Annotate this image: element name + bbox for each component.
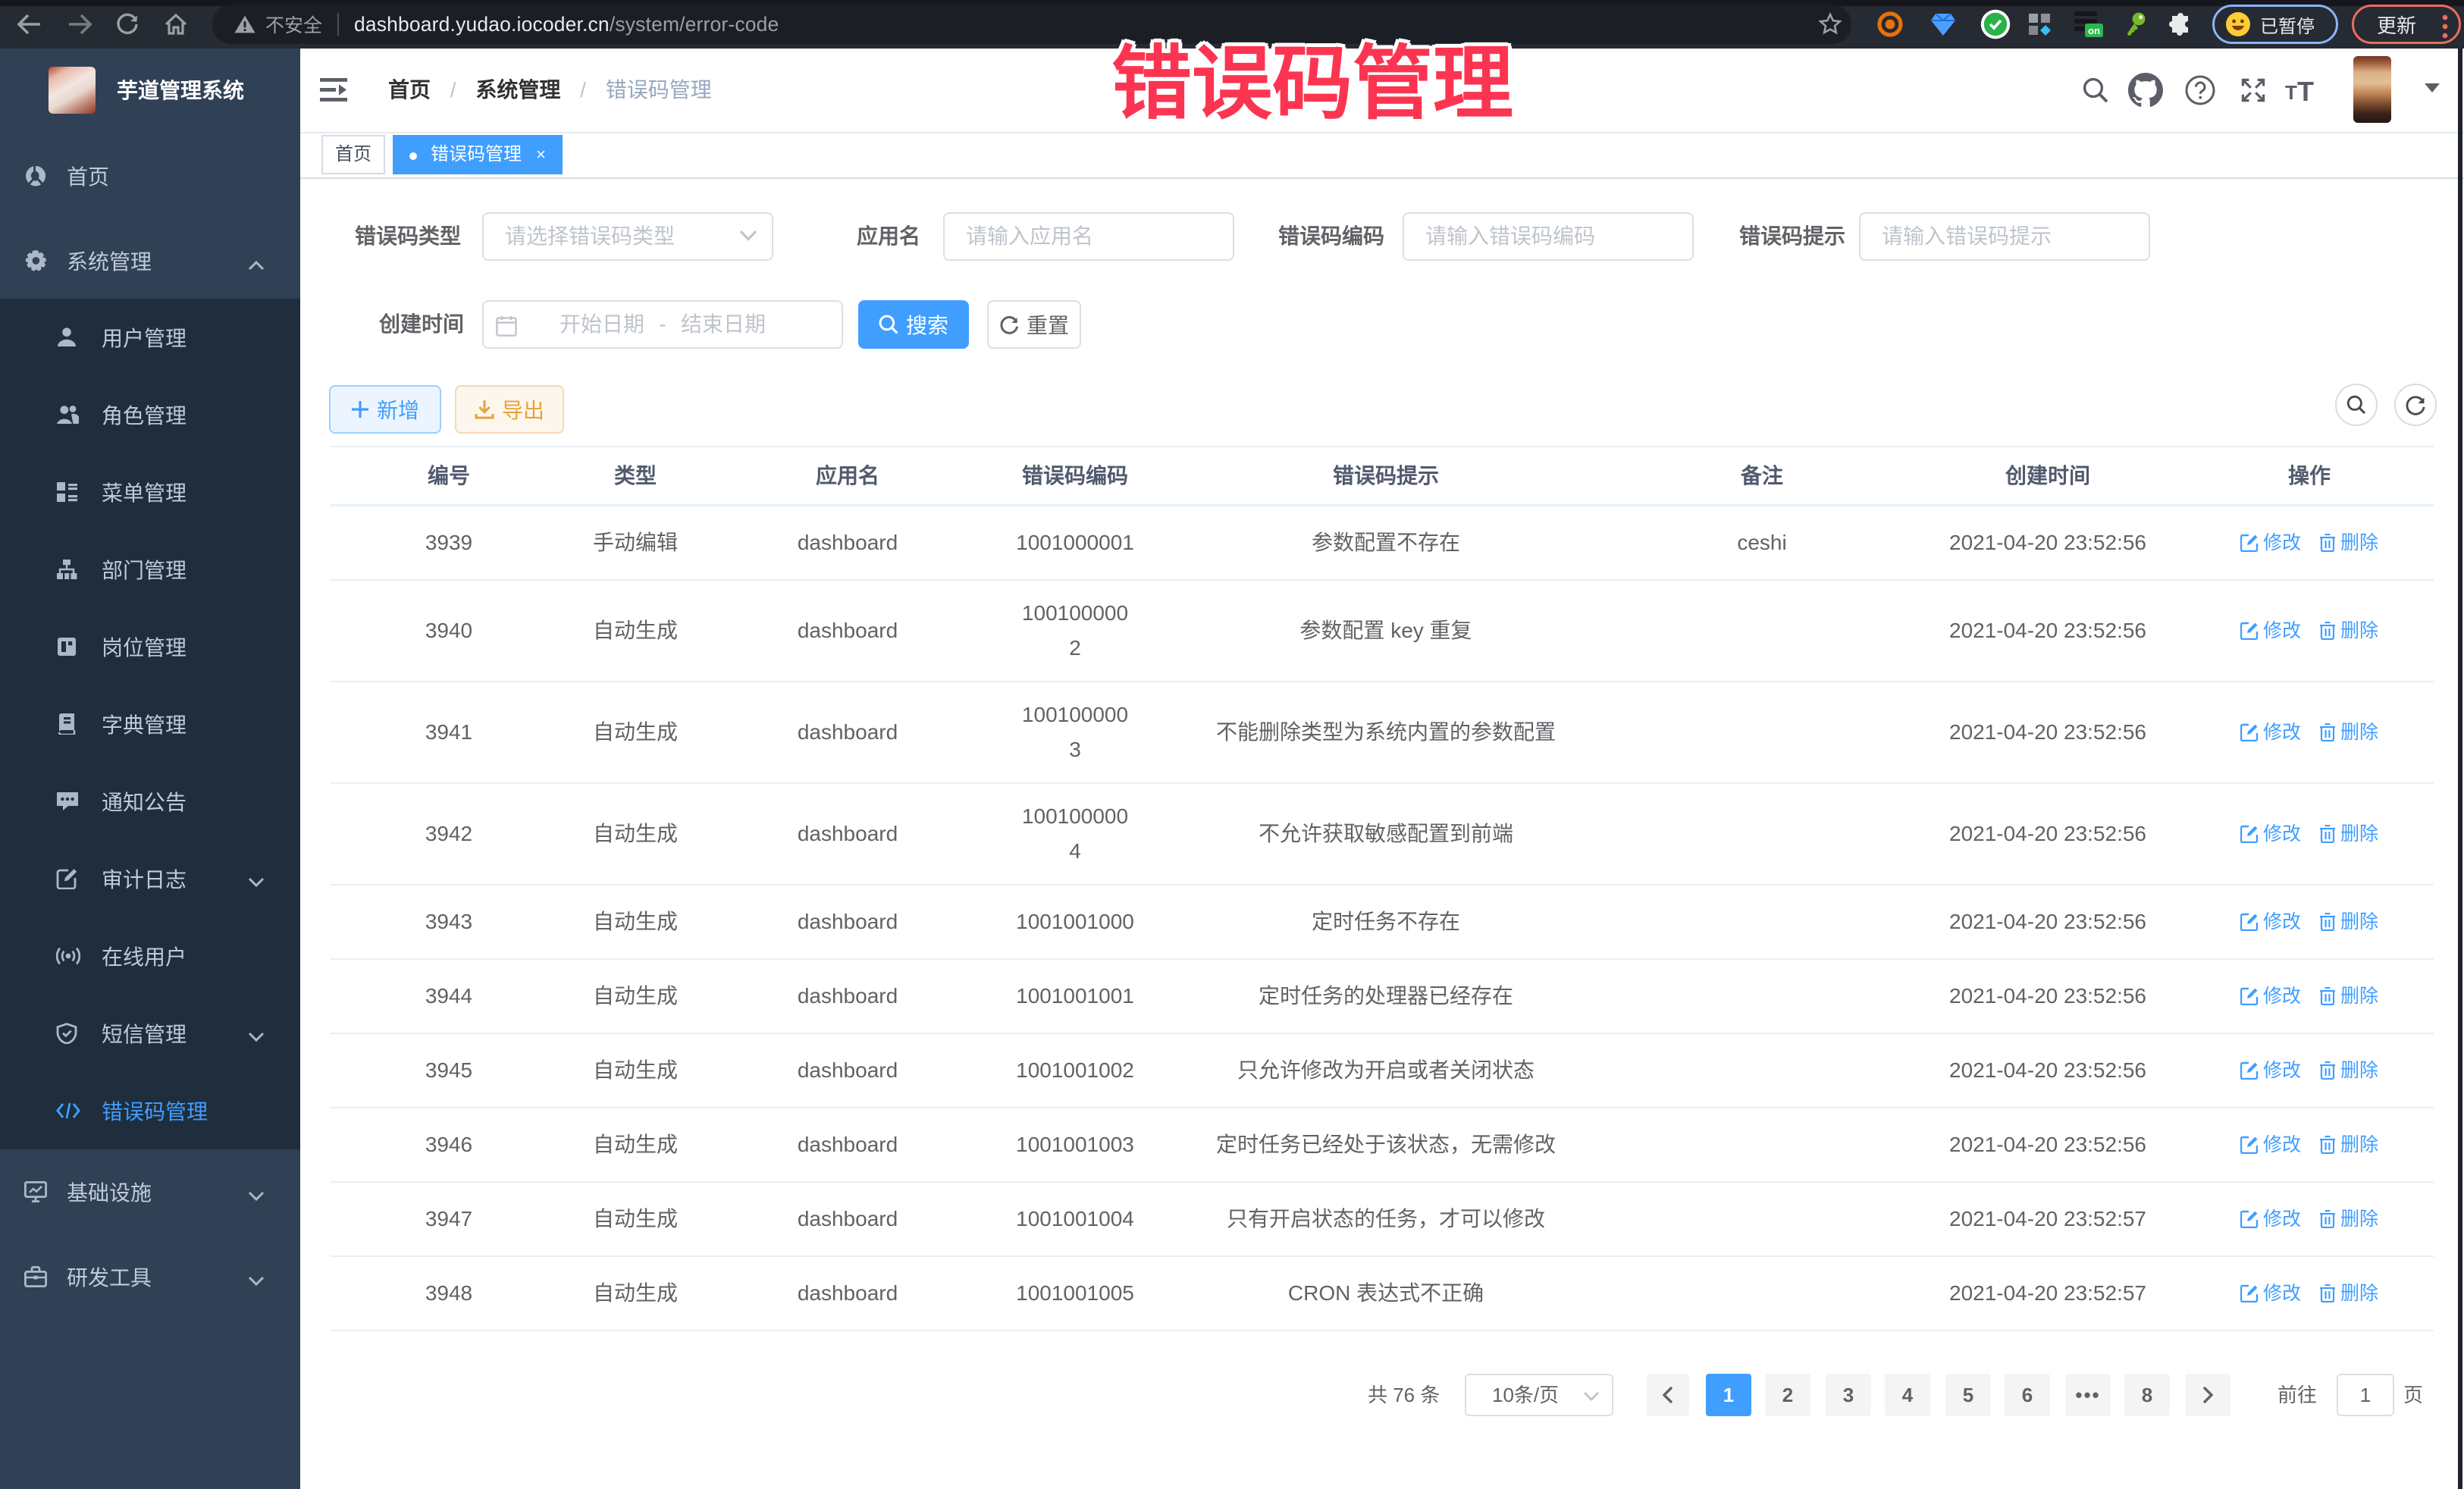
svg-text:on: on <box>2088 25 2100 36</box>
svg-text:T: T <box>2297 77 2314 104</box>
svg-text:T: T <box>2285 81 2297 104</box>
